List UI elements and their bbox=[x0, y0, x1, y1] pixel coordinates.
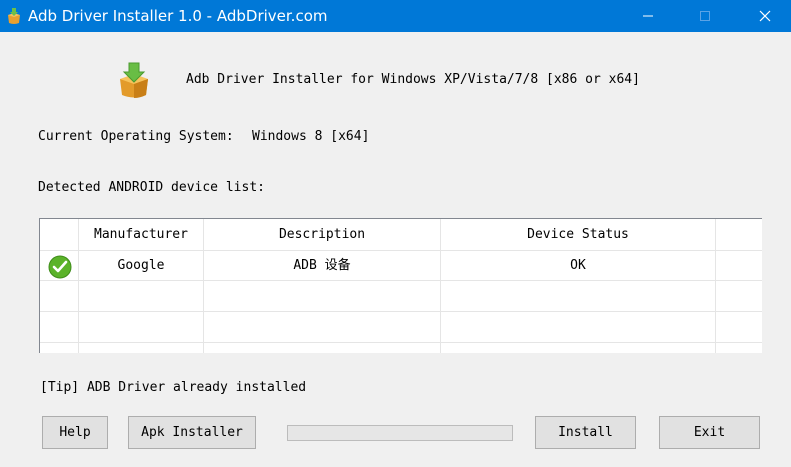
device-status-cell: OK bbox=[570, 258, 586, 273]
check-icon bbox=[48, 255, 72, 283]
device-table[interactable]: Manufacturer Description Device Status G… bbox=[39, 218, 762, 353]
column-header-device-status[interactable]: Device Status bbox=[441, 219, 715, 250]
column-header-description[interactable]: Description bbox=[204, 219, 440, 250]
column-header-manufacturer[interactable]: Manufacturer bbox=[79, 219, 203, 250]
app-icon bbox=[6, 7, 22, 29]
minimize-icon bbox=[643, 15, 653, 17]
close-icon bbox=[759, 10, 771, 22]
maximize-icon bbox=[700, 11, 710, 21]
device-list-label: Detected ANDROID device list: bbox=[38, 180, 265, 195]
install-package-icon bbox=[117, 61, 151, 103]
help-button[interactable]: Help bbox=[42, 416, 108, 449]
maximize-button bbox=[682, 0, 728, 32]
status-column bbox=[40, 219, 79, 353]
manufacturer-cell: Google bbox=[117, 258, 165, 273]
os-value: Windows 8 [x64] bbox=[252, 129, 370, 144]
tip-text: [Tip] ADB Driver already installed bbox=[40, 380, 307, 395]
title-bar: Adb Driver Installer 1.0 - AdbDriver.com bbox=[0, 0, 791, 32]
install-progress-bar bbox=[287, 425, 513, 441]
apk-installer-button[interactable]: Apk Installer bbox=[128, 416, 256, 449]
row-divider bbox=[40, 311, 762, 312]
description-cell: ADB 设备 bbox=[293, 258, 351, 273]
minimize-button[interactable] bbox=[625, 0, 671, 32]
install-button[interactable]: Install bbox=[535, 416, 636, 449]
header-text: Adb Driver Installer for Windows XP/Vist… bbox=[186, 72, 640, 87]
row-divider bbox=[40, 342, 762, 343]
os-label: Current Operating System: bbox=[38, 129, 234, 144]
window-title: Adb Driver Installer 1.0 - AdbDriver.com bbox=[28, 7, 328, 25]
close-button[interactable] bbox=[742, 0, 788, 32]
exit-button[interactable]: Exit bbox=[659, 416, 760, 449]
